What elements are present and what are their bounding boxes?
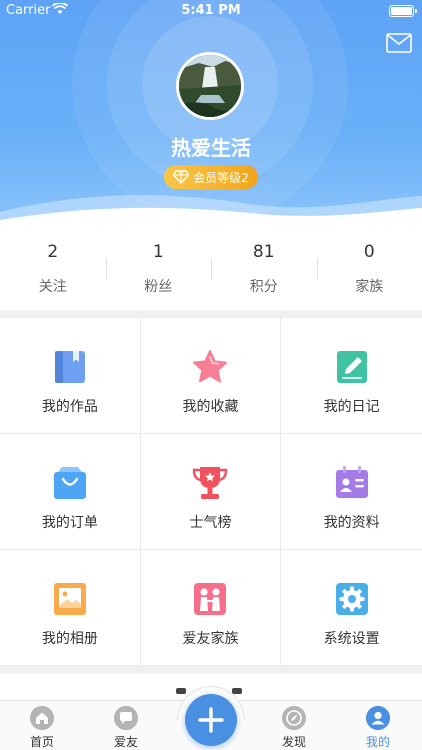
battery-icon (389, 5, 417, 17)
stat-value: 2 (47, 242, 59, 262)
section-divider (0, 310, 422, 318)
menu-item-label: 我的相册 (41, 631, 98, 647)
avatar-waterfall-image (179, 55, 241, 117)
menu-item-label: 我的资料 (323, 515, 380, 531)
family-icon (194, 583, 227, 615)
compass-icon (282, 706, 306, 730)
home-icon (30, 706, 54, 730)
menu-grid: 我的作品 我的收藏 我的日记 我的订单 士气榜 我的资料 我的相册 爱友家族 系… (0, 318, 422, 666)
clock: 5:41 PM (181, 3, 241, 18)
mail-icon[interactable] (386, 33, 412, 53)
stat-points[interactable]: 81 积分 (211, 228, 317, 310)
trophy-icon (193, 467, 228, 499)
menu-item-label: 爱友家族 (182, 631, 239, 647)
chat-icon (114, 706, 138, 730)
menu-item-orders[interactable]: 我的订单 (0, 434, 141, 550)
stat-label: 家族 (355, 279, 384, 295)
stat-fans[interactable]: 1 粉丝 (105, 228, 212, 310)
menu-item-works[interactable]: 我的作品 (0, 318, 141, 434)
profile-header: Carrier 5:41 PM 热爱生活 会员等级2 (0, 0, 422, 228)
menu-item-label: 我的订单 (41, 515, 98, 531)
tab-mine[interactable]: 我的 (336, 701, 420, 750)
member-level-label: 会员等级2 (193, 170, 249, 185)
menu-item-label: 士气榜 (189, 515, 232, 531)
tab-friends[interactable]: 爱友 (84, 701, 168, 750)
diamond-icon (173, 170, 190, 184)
menu-item-label: 我的收藏 (182, 399, 239, 415)
tab-label: 首页 (29, 735, 54, 749)
shopping-bag-icon (53, 467, 86, 499)
star-icon (193, 350, 228, 383)
menu-item-profile-info[interactable]: 我的资料 (281, 434, 422, 550)
stat-label: 积分 (249, 279, 278, 295)
add-button[interactable] (185, 694, 237, 746)
stat-value: 81 (252, 242, 275, 262)
menu-item-label: 我的日记 (323, 399, 380, 415)
user-icon (366, 706, 390, 730)
tab-label: 我的 (365, 735, 390, 749)
stat-label: 粉丝 (144, 279, 173, 295)
tab-discover[interactable]: 发现 (252, 701, 336, 750)
stat-value: 1 (152, 242, 164, 262)
id-card-icon (335, 466, 368, 498)
stats-row: 2 关注 1 粉丝 81 积分 0 家族 (0, 228, 422, 310)
stat-label: 关注 (38, 279, 67, 295)
section-divider (0, 666, 422, 674)
menu-item-label: 我的作品 (41, 399, 98, 415)
status-bar: Carrier 5:41 PM (0, 0, 422, 22)
notebook-pencil-icon (336, 351, 367, 383)
menu-item-family[interactable]: 爱友家族 (140, 550, 282, 666)
menu-item-diary[interactable]: 我的日记 (281, 318, 422, 434)
tab-label: 爱友 (113, 735, 138, 749)
member-level-badge: 会员等级2 (164, 165, 258, 189)
menu-item-favorites[interactable]: 我的收藏 (140, 318, 282, 434)
book-icon (54, 351, 85, 383)
menu-item-label: 系统设置 (323, 631, 380, 647)
menu-item-settings[interactable]: 系统设置 (281, 550, 422, 666)
menu-item-morale-ranking[interactable]: 士气榜 (140, 434, 282, 550)
stat-family[interactable]: 0 家族 (316, 228, 422, 310)
menu-item-album[interactable]: 我的相册 (0, 550, 141, 666)
stat-following[interactable]: 2 关注 (0, 228, 106, 310)
gear-icon (335, 583, 368, 615)
plus-icon (198, 707, 224, 733)
tab-home[interactable]: 首页 (0, 701, 84, 750)
stat-value: 0 (363, 242, 375, 262)
photo-album-icon (53, 583, 86, 615)
tab-label: 发现 (281, 735, 306, 749)
username: 热爱生活 (171, 136, 251, 160)
avatar[interactable] (176, 52, 244, 120)
